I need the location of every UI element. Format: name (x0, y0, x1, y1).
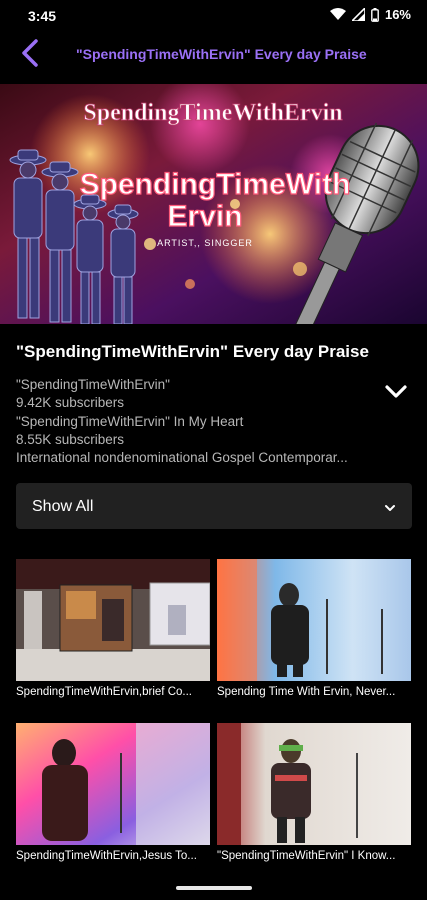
signal-icon (351, 8, 365, 21)
banner-art: SpendingTimeWithErvin SpendingTimeWith E… (0, 84, 427, 324)
banner-name-line2: Ervin (167, 200, 242, 233)
video-card[interactable]: "SpendingTimeWithErvin" I Know... (217, 723, 411, 862)
battery-percent: 16% (384, 7, 411, 22)
chevron-down-icon (384, 500, 396, 518)
chevron-down-icon (384, 384, 408, 405)
video-thumbnail[interactable] (16, 559, 210, 681)
video-title: SpendingTimeWithErvin,Jesus To... (16, 850, 197, 862)
back-arrow-icon (20, 38, 40, 73)
banner-tagline: ARTIST,, SINGGER (157, 238, 253, 248)
battery-icon (371, 7, 379, 22)
video-thumbnail[interactable] (217, 559, 411, 681)
channel-title: "SpendingTimeWithErvin" Every day Praise (16, 342, 369, 361)
video-thumbnail[interactable] (217, 723, 411, 845)
video-title: SpendingTimeWithErvin,brief Co... (16, 686, 192, 698)
channel-info: "SpendingTimeWithErvin" 9.42K subscriber… (16, 376, 376, 467)
video-card[interactable]: SpendingTimeWithErvin,brief Co... (16, 559, 210, 698)
channel-banner: SpendingTimeWithErvin SpendingTimeWith E… (0, 84, 427, 324)
video-title: Spending Time With Ervin, Never... (217, 686, 396, 698)
filter-dropdown[interactable]: Show All (16, 483, 412, 529)
linked-channel-subscribers: 8.55K subscribers (16, 431, 125, 447)
filter-selected-label: Show All (32, 498, 94, 515)
linked-channel-subscribers: 9.42K subscribers (16, 395, 125, 411)
app-title: "SpendingTimeWithErvin" Every day Praise (76, 46, 367, 62)
status-icons: 16% (329, 7, 411, 22)
video-card[interactable]: SpendingTimeWithErvin,Jesus To... (16, 723, 210, 862)
app-bar: "SpendingTimeWithErvin" Every day Praise (0, 32, 427, 78)
status-time: 3:45 (28, 8, 57, 24)
linked-channel-name: "SpendingTimeWithErvin" (16, 377, 170, 392)
video-title: "SpendingTimeWithErvin" I Know... (217, 850, 396, 862)
video-thumbnail[interactable] (16, 723, 210, 845)
linked-channel-name: "SpendingTimeWithErvin" In My Heart (16, 413, 244, 429)
banner-headline: SpendingTimeWithErvin (83, 100, 342, 126)
wifi-icon (329, 8, 346, 21)
expand-details-button[interactable] (380, 380, 412, 408)
home-indicator[interactable] (176, 886, 252, 890)
status-bar: 3:45 16% (0, 0, 427, 32)
channel-description: International nondenominational Gospel C… (16, 450, 348, 466)
banner-name-line1: SpendingTimeWith (80, 168, 351, 201)
back-button[interactable] (10, 36, 50, 74)
video-card[interactable]: Spending Time With Ervin, Never... (217, 559, 411, 698)
